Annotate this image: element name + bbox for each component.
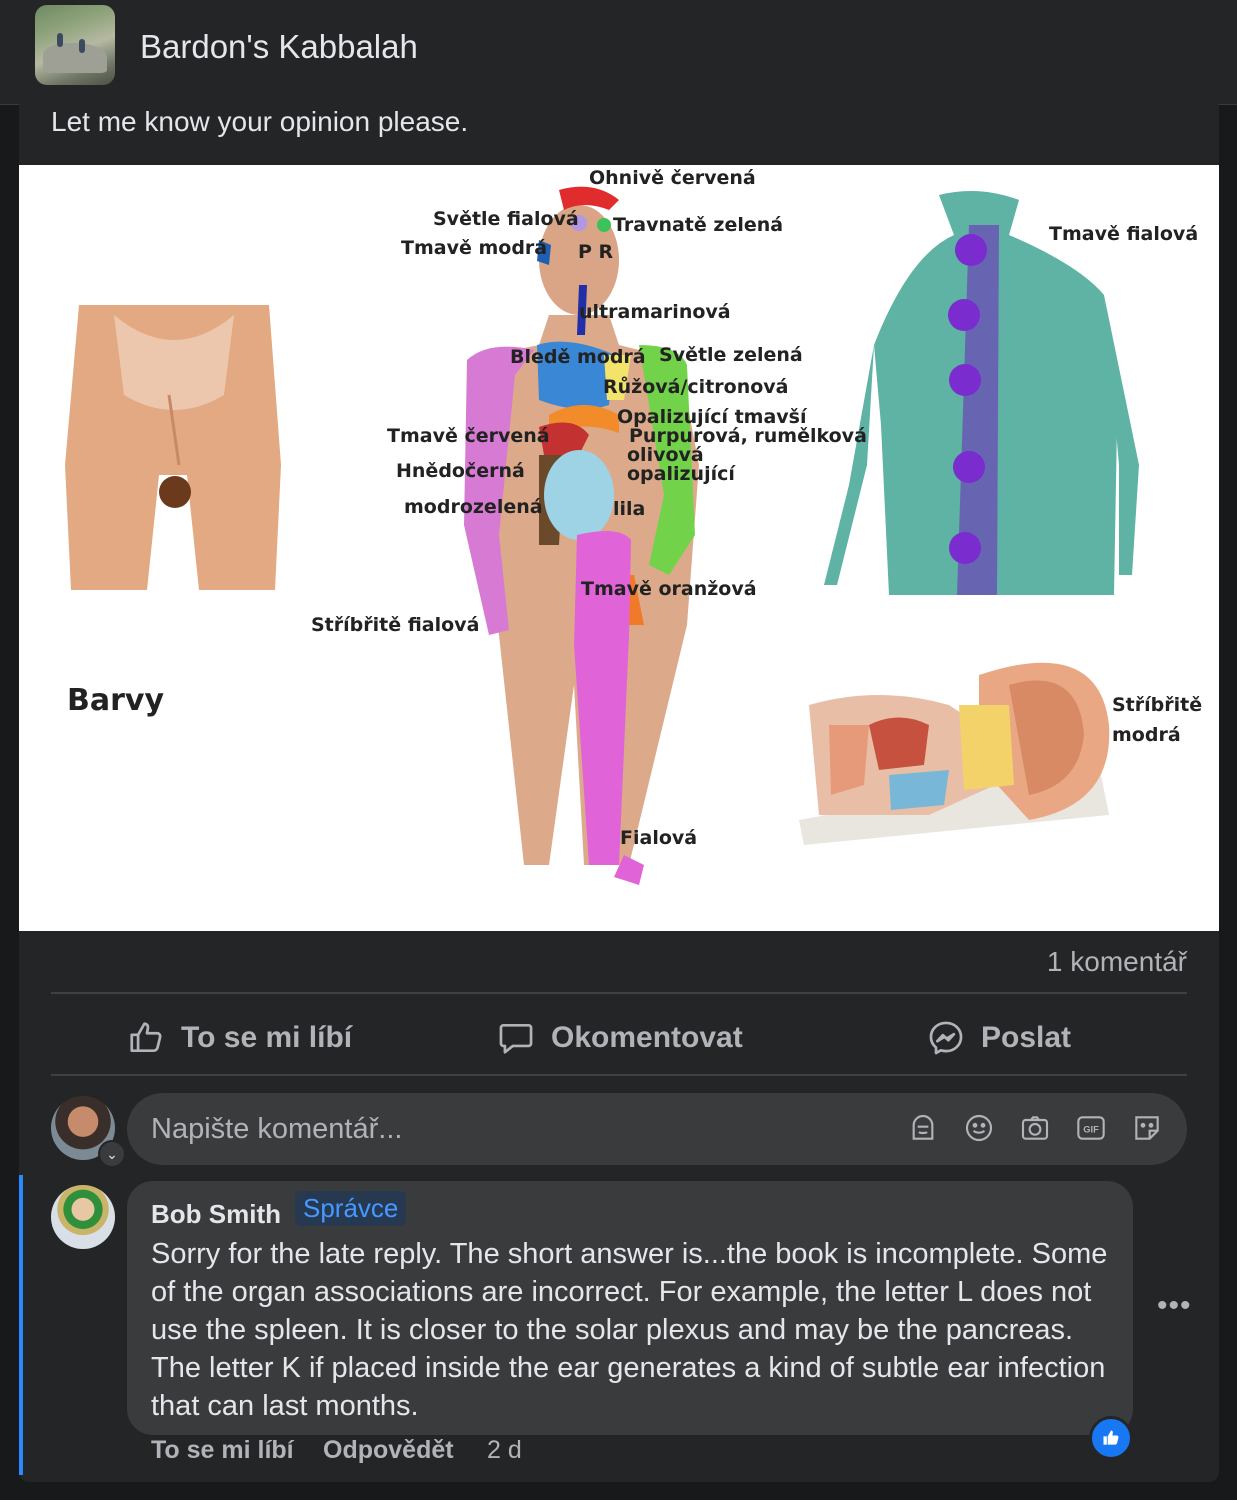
label-tmave-fialova: Tmavě fialová: [1049, 223, 1199, 245]
label-tmave-cervena: Tmavě červená: [387, 425, 550, 447]
post-text: Let me know your opinion please.: [51, 106, 469, 137]
label-blede-modra: Bledě modrá: [510, 346, 646, 368]
comment-bubble: Bob Smith Správce Sorry for the late rep…: [127, 1181, 1133, 1435]
comment-count[interactable]: 1 komentář: [1047, 946, 1187, 978]
label-ruzova-citronova: Růžová/citronová: [603, 376, 789, 398]
chevron-down-icon[interactable]: ⌄: [98, 1140, 126, 1168]
label-lila: lila: [613, 498, 646, 520]
composer-tools: GIF: [907, 1112, 1163, 1144]
group-header: Bardon's Kabbalah: [0, 0, 1237, 105]
svg-text:GIF: GIF: [1083, 1125, 1099, 1135]
label-fialova: Fialová: [620, 827, 698, 849]
comment-like-link[interactable]: To se mi líbí: [151, 1436, 294, 1465]
comment-label: Okomentovat: [551, 1021, 743, 1054]
thumbs-up-icon: [130, 1022, 162, 1053]
comment-text: Sorry for the late reply. The short answ…: [151, 1238, 1108, 1422]
divider: [51, 1074, 1187, 1076]
avatar-sticker-icon[interactable]: [907, 1112, 939, 1144]
image-title: Barvy: [67, 683, 165, 718]
camera-icon[interactable]: [1019, 1112, 1051, 1144]
admin-badge: Správce: [295, 1191, 407, 1226]
post-card: Let me know your opinion please. Barvy O…: [19, 104, 1219, 1482]
comment-timestamp[interactable]: 2 d: [487, 1436, 522, 1465]
label-opalizujici: opalizující: [627, 463, 735, 485]
thread-highlight: [19, 1175, 23, 1475]
label-svetle-fialova: Světle fialová: [433, 208, 579, 230]
group-name[interactable]: Bardon's Kabbalah: [140, 28, 418, 66]
more-options-icon[interactable]: •••: [1157, 1289, 1192, 1323]
label-hnedocerna: Hnědočerná: [396, 460, 525, 482]
label-stribrite-fialova: Stříbřitě fialová: [311, 614, 480, 636]
comment-button[interactable]: Okomentovat: [497, 1014, 743, 1062]
emoji-icon[interactable]: [963, 1112, 995, 1144]
divider: [51, 992, 1187, 994]
comment-reply-link[interactable]: Odpovědět: [323, 1436, 454, 1465]
label-stribrite: Stříbřitě: [1112, 694, 1203, 716]
group-avatar[interactable]: [35, 5, 115, 85]
label-tmave-modra: Tmavě modrá: [401, 237, 548, 259]
label-pr: P R: [578, 241, 614, 263]
ear-model-figure: [799, 662, 1110, 845]
like-reaction-icon[interactable]: [1089, 1416, 1133, 1460]
gif-icon[interactable]: GIF: [1075, 1112, 1107, 1144]
like-label: To se mi líbí: [181, 1021, 353, 1054]
sticker-icon[interactable]: [1131, 1112, 1163, 1144]
anatomy-illustration: [65, 186, 1139, 885]
spine-figure: [824, 191, 1139, 595]
hips-figure: [65, 305, 281, 590]
post-image[interactable]: Barvy Ohnivě červená Světle fialová Trav…: [19, 165, 1219, 931]
label-ultramarinova: ultramarinová: [579, 301, 731, 323]
front-body-figure: [464, 186, 699, 885]
send-button[interactable]: Poslat: [927, 1014, 1071, 1062]
commenter-name[interactable]: Bob Smith: [151, 1199, 281, 1230]
messenger-icon: [929, 1021, 963, 1055]
label-modra: modrá: [1112, 724, 1181, 746]
label-ohnive-cervena: Ohnivě červená: [589, 167, 756, 189]
label-svetle-zelena: Světle zelená: [659, 344, 803, 366]
like-button[interactable]: To se mi líbí: [127, 1014, 352, 1062]
label-modrozelena: modrozelená: [404, 496, 543, 518]
label-travnate-zelena: Travnatě zelená: [613, 214, 784, 236]
send-label: Poslat: [981, 1021, 1072, 1054]
label-tmave-oranzova: Tmavě oranžová: [581, 578, 757, 600]
commenter-avatar[interactable]: [51, 1185, 115, 1249]
comment-icon: [499, 1023, 533, 1054]
